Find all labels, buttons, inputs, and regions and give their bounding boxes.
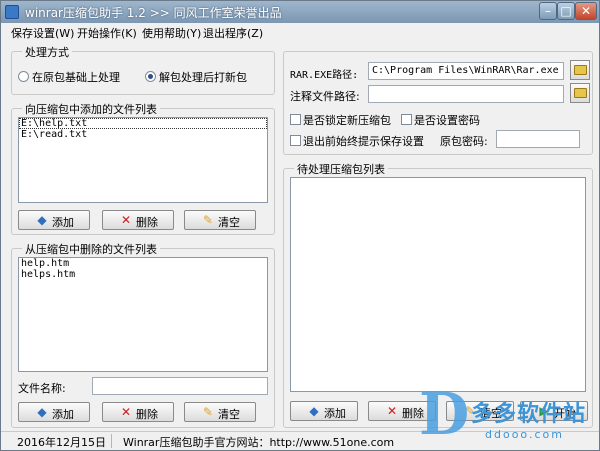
delete-files-group: 从压缩包中删除的文件列表 help.htm helps.htm 文件名称: ◆ … [11,241,275,428]
pending-clear-button[interactable]: ✎ 清空 [446,401,514,421]
delete-label: 删除 [136,216,158,229]
file-name-label: 文件名称: [18,382,66,395]
file-name-input[interactable] [92,377,268,395]
set-password-checkbox[interactable] [401,114,412,125]
list-item[interactable]: helps.htm [19,269,267,280]
delete-files-add-button[interactable]: ◆ 添加 [18,402,90,422]
add-label: 添加 [324,407,346,420]
broom-icon: ✎ [202,405,214,419]
folder-icon [574,65,587,75]
delete-x-icon: ✕ [120,405,132,419]
status-website[interactable]: Winrar压缩包助手官方网站：http://www.51one.com [123,434,394,450]
clear-label: 清空 [480,407,502,420]
pending-delete-button[interactable]: ✕ 删除 [368,401,436,421]
status-bar: 2016年12月15日 Winrar压缩包助手官方网站：http://www.5… [1,431,599,450]
add-files-title: 向压缩包中添加的文件列表 [22,101,160,117]
app-icon [5,5,19,19]
orig-password-label: 原包密码: [440,135,488,148]
add-icon: ◆ [37,213,47,227]
folder-icon [574,88,587,98]
pending-list-group: 待处理压缩包列表 ◆ 添加 ✕ 删除 ✎ 清空 ▶ 开始 [283,161,593,428]
window-title: winrar压缩包助手 1.2 >> 同风工作室荣誉出品 [25,6,282,20]
menu-bar: 保存设置(W) 开始操作(K) 使用帮助(Y) 退出程序(Z) [1,23,599,41]
comment-path-input[interactable] [368,85,564,103]
play-icon: ▶ [539,404,549,418]
add-files-delete-button[interactable]: ✕ 删除 [102,210,174,230]
minimize-button[interactable]: – [539,2,557,20]
list-item[interactable]: E:\help.txt [19,118,267,129]
lock-new-checkbox[interactable] [290,114,301,125]
menu-help[interactable]: 使用帮助(Y) [142,25,201,41]
delete-label: 删除 [136,408,158,421]
clear-label: 清空 [218,216,240,229]
delete-label: 删除 [402,407,424,420]
processing-mode-group: 处理方式 在原包基础上处理 解包处理后打新包 [11,44,275,95]
list-item[interactable]: E:\read.txt [19,129,267,140]
main-window: winrar压缩包助手 1.2 >> 同风工作室荣誉出品 – □ ✕ 保存设置(… [0,0,600,451]
status-separator [111,434,112,448]
radio-original-package-label: 在原包基础上处理 [32,71,120,84]
add-files-add-button[interactable]: ◆ 添加 [18,210,90,230]
add-files-list[interactable]: E:\help.txt E:\read.txt [18,117,268,203]
set-password-label: 是否设置密码 [414,114,480,127]
title-bar[interactable]: winrar压缩包助手 1.2 >> 同风工作室荣誉出品 – □ ✕ [1,1,599,23]
maximize-button[interactable]: □ [557,2,575,20]
menu-exit[interactable]: 退出程序(Z) [203,25,263,41]
menu-start-operation[interactable]: 开始操作(K) [77,25,137,41]
menu-save-settings[interactable]: 保存设置(W) [11,25,74,41]
broom-icon: ✎ [464,404,476,418]
close-button[interactable]: ✕ [575,2,597,20]
list-item[interactable]: help.htm [19,258,267,269]
prompt-save-label: 退出前始终提示保存设置 [303,135,424,148]
delete-x-icon: ✕ [120,213,132,227]
pending-list-title: 待处理压缩包列表 [294,161,388,177]
add-files-clear-button[interactable]: ✎ 清空 [184,210,256,230]
delete-files-clear-button[interactable]: ✎ 清空 [184,402,256,422]
delete-x-icon: ✕ [386,404,398,418]
broom-icon: ✎ [202,213,214,227]
rar-path-label: RAR.EXE路径: [290,70,359,81]
processing-mode-title: 处理方式 [22,44,72,60]
rar-path-input[interactable]: C:\Program Files\WinRAR\Rar.exe [368,62,564,80]
delete-files-delete-button[interactable]: ✕ 删除 [102,402,174,422]
radio-original-package[interactable] [18,71,29,82]
pending-start-button[interactable]: ▶ 开始 [520,401,588,421]
pending-add-button[interactable]: ◆ 添加 [290,401,358,421]
delete-files-title: 从压缩包中删除的文件列表 [22,241,160,257]
add-files-group: 向压缩包中添加的文件列表 E:\help.txt E:\read.txt ◆ 添… [11,101,275,235]
add-label: 添加 [52,408,74,421]
clear-label: 清空 [218,408,240,421]
radio-unpack-repack-label: 解包处理后打新包 [159,71,247,84]
start-label: 开始 [554,407,576,420]
add-icon: ◆ [37,405,47,419]
add-icon: ◆ [309,404,319,418]
lock-new-label: 是否锁定新压缩包 [303,114,391,127]
rar-path-browse-button[interactable] [570,60,590,80]
pending-archives-list[interactable] [290,177,586,392]
add-label: 添加 [52,216,74,229]
comment-path-browse-button[interactable] [570,83,590,103]
radio-unpack-repack[interactable] [145,71,156,82]
prompt-save-checkbox[interactable] [290,135,301,146]
settings-group: RAR.EXE路径: C:\Program Files\WinRAR\Rar.e… [283,51,593,155]
comment-path-label: 注释文件路径: [290,90,360,103]
delete-files-list[interactable]: help.htm helps.htm [18,257,268,372]
orig-password-input[interactable] [496,130,580,148]
status-date: 2016年12月15日 [17,436,106,449]
